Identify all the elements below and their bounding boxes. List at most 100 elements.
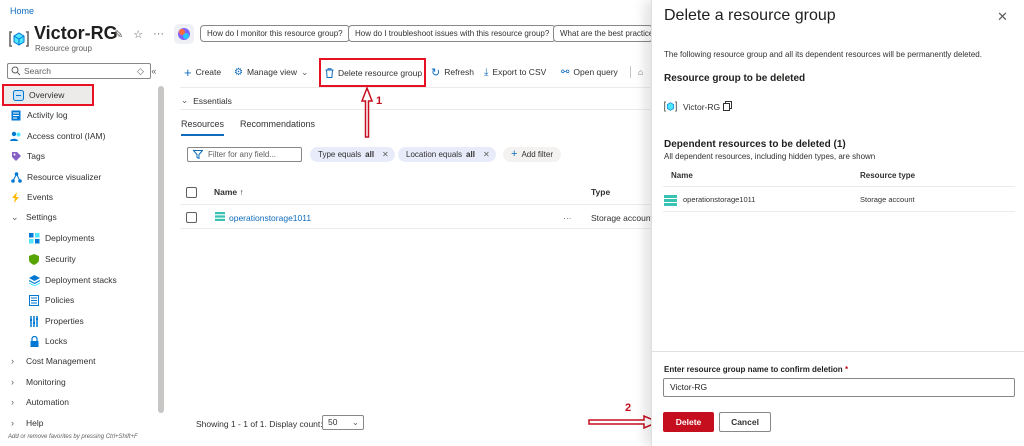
manage-view-button[interactable]: ⚙ Manage view ⌄	[234, 63, 308, 81]
resource-group-icon	[9, 29, 29, 49]
table-header-separator	[180, 204, 650, 205]
nav-item-properties[interactable]: Properties	[2, 311, 154, 331]
filter-pill-location[interactable]: Location equals all ✕	[398, 147, 496, 162]
dep-column-name: Name	[671, 171, 693, 180]
tag-icon	[10, 150, 22, 162]
nav-item-activity-log[interactable]: Activity log	[2, 105, 154, 125]
nav-group-monitoring[interactable]: › Monitoring	[2, 372, 154, 392]
toolbar-separator	[180, 87, 650, 88]
plus-icon: +	[184, 64, 192, 80]
copilot-icon[interactable]	[174, 24, 194, 44]
required-mark: *	[844, 365, 849, 374]
shield-icon	[28, 253, 40, 265]
add-filter-button[interactable]: + Add filter	[503, 147, 562, 162]
chevron-down-icon: ⌄	[11, 211, 19, 222]
nav-item-locks[interactable]: Locks	[2, 331, 154, 351]
nav-search-input[interactable]: Search	[7, 63, 151, 79]
nav-item-security[interactable]: Security	[2, 249, 154, 269]
filter-placeholder: Filter for any field...	[208, 150, 277, 159]
copy-icon[interactable]	[723, 101, 732, 111]
add-filter-label: Add filter	[521, 150, 554, 159]
refresh-button[interactable]: ↻ Refresh	[431, 63, 474, 81]
close-icon[interactable]: ✕	[997, 9, 1008, 25]
panel-footer-separator	[652, 351, 1024, 352]
nav-item-label: Monitoring	[26, 377, 66, 387]
suggestion-chip-best-practices[interactable]: What are the best practices	[553, 25, 653, 42]
nav-item-label: Activity log	[27, 110, 68, 120]
close-icon[interactable]: ✕	[382, 147, 389, 162]
pill-label: Location equals	[406, 150, 463, 159]
display-count-select[interactable]: 50 ⌄	[322, 415, 364, 430]
nav-item-tags[interactable]: Tags	[2, 146, 154, 166]
nav-item-deployment-stacks[interactable]: Deployment stacks	[2, 270, 154, 290]
people-icon	[10, 130, 22, 142]
suggestion-chip-troubleshoot[interactable]: How do I troubleshoot issues with this r…	[348, 25, 557, 42]
nav-group-cost-management[interactable]: › Cost Management	[2, 351, 154, 371]
nav-item-deployments[interactable]: Deployments	[2, 228, 154, 248]
select-all-checkbox[interactable]	[186, 187, 197, 198]
nav-group-help[interactable]: › Help	[2, 413, 154, 433]
dependent-resources-subtitle: All dependent resources, including hidde…	[664, 152, 876, 161]
nav-item-events[interactable]: Events	[2, 187, 154, 207]
confirm-label-text: Enter resource group name to confirm del…	[664, 365, 843, 374]
nav-item-overview[interactable]: Overview	[2, 84, 94, 106]
page-subtitle: Resource group	[35, 44, 92, 53]
confirm-name-input[interactable]: Victor-RG	[663, 378, 1015, 397]
chevron-right-icon: ›	[11, 356, 14, 366]
breadcrumb-home[interactable]: Home	[10, 6, 34, 16]
more-icon[interactable]: ···	[153, 28, 164, 41]
delete-resource-group-label: Delete resource group	[338, 67, 423, 78]
close-icon[interactable]: ✕	[483, 147, 490, 162]
essentials-label: Essentials	[193, 95, 232, 106]
pill-label: Type equals	[318, 150, 362, 159]
panel-intro: The following resource group and all its…	[664, 50, 982, 59]
dependent-resources-heading: Dependent resources to be deleted (1)	[664, 139, 846, 150]
nav-item-access-control[interactable]: Access control (IAM)	[2, 126, 154, 146]
essentials-toggle[interactable]: ⌄ Essentials	[181, 95, 232, 106]
nav-item-resource-visualizer[interactable]: Resource visualizer	[2, 167, 154, 187]
delete-resource-group-button[interactable]: Delete resource group	[319, 58, 426, 87]
nav-group-settings[interactable]: ⌄ Settings	[2, 207, 154, 227]
dep-column-type: Resource type	[860, 171, 916, 180]
filter-input[interactable]: Filter for any field...	[187, 147, 302, 162]
open-query-label: Open query	[573, 67, 618, 77]
query-icon: ⚯	[561, 66, 570, 78]
tag-overflow-icon[interactable]: ⌂	[638, 63, 643, 81]
nav-item-label: Help	[26, 418, 44, 428]
star-icon[interactable]: ☆	[133, 28, 143, 41]
pin-icon[interactable]: ✎	[114, 28, 123, 41]
collapse-nav-icon[interactable]: ◇ «	[137, 66, 156, 77]
export-csv-label: Export to CSV	[492, 67, 547, 77]
filter-pill-type[interactable]: Type equals all ✕	[310, 147, 395, 162]
chevron-right-icon: ›	[11, 397, 14, 407]
suggestion-chip-monitor[interactable]: How do I monitor this resource group?	[200, 25, 350, 42]
toolbar-divider	[630, 66, 631, 78]
delete-button[interactable]: Delete	[663, 412, 714, 432]
cancel-button[interactable]: Cancel	[719, 412, 771, 432]
export-csv-button[interactable]: ⤓ Export to CSV	[484, 63, 546, 81]
nav-scrollbar[interactable]	[158, 86, 164, 413]
sort-arrow-icon: ↑	[239, 187, 244, 197]
nav-item-label: Overview	[29, 90, 65, 100]
chevron-down-icon: ⌄	[301, 66, 309, 77]
resource-link[interactable]: operationstorage1011	[229, 213, 311, 223]
column-header-type[interactable]: Type	[591, 187, 610, 197]
lock-icon	[28, 335, 40, 347]
nav-item-label: Security	[45, 254, 76, 264]
row-more-icon[interactable]: ···	[563, 213, 572, 223]
nav-group-automation[interactable]: › Automation	[2, 392, 154, 412]
activity-log-icon	[10, 109, 22, 121]
create-button[interactable]: + Create	[184, 63, 221, 81]
row-checkbox[interactable]	[186, 212, 197, 223]
nav-item-policies[interactable]: Policies	[2, 290, 154, 310]
tab-resources[interactable]: Resources	[181, 119, 225, 136]
properties-icon	[28, 315, 40, 327]
tab-recommendations[interactable]: Recommendations	[240, 119, 315, 129]
create-label: Create	[195, 67, 222, 77]
nav-search-placeholder: Search	[24, 66, 51, 76]
column-header-name[interactable]: Name ↑	[214, 187, 244, 197]
open-query-button[interactable]: ⚯ Open query	[561, 63, 618, 81]
chevron-down-icon: ⌄	[181, 95, 189, 105]
resource-type-cell: Storage account	[591, 213, 653, 223]
essentials-separator	[180, 109, 650, 110]
